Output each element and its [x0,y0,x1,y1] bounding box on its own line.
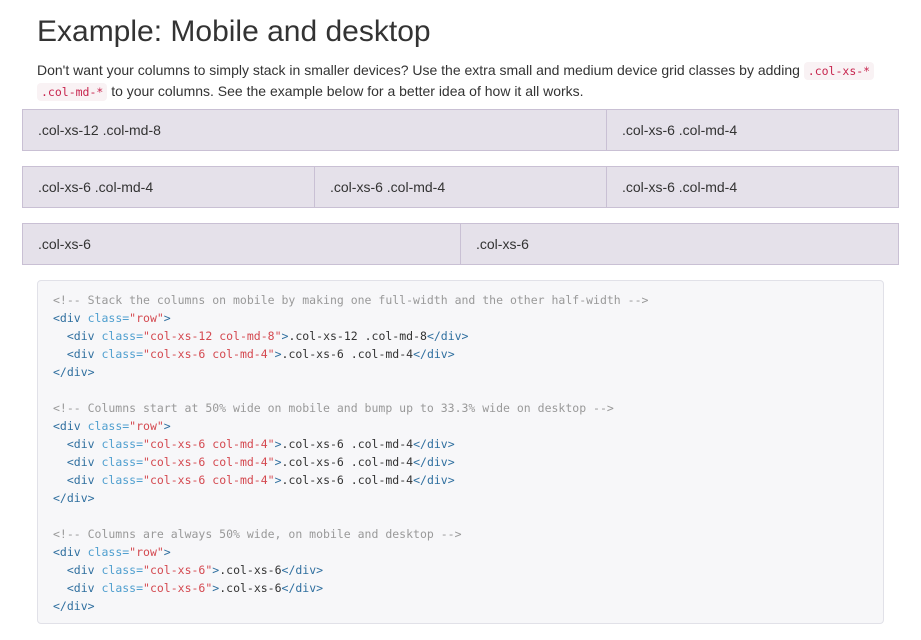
code-attr: class= [94,437,144,451]
code-tag: > [163,311,171,325]
code-tag: </div> [53,365,95,379]
code-attr: class= [94,581,144,595]
code-value: "col-xs-6" [143,563,213,577]
code-tag: <div [66,473,95,487]
grid-row-1: .col-xs-12 .col-md-8 .col-xs-6 .col-md-4 [22,109,899,151]
code-tag: </div> [413,347,455,361]
code-tag: > [163,419,171,433]
code-tag: > [274,455,282,469]
grid-column: .col-xs-6 [22,223,461,265]
intro-text-2: to your columns. See the example below f… [107,83,584,99]
code-text: .col-xs-12 .col-md-8 [288,329,427,343]
code-attr: class= [80,419,130,433]
code-text: .col-xs-6 .col-md-4 [281,473,414,487]
code-tag: <div [53,419,81,433]
code-line: <div class="row"> [53,543,883,561]
grid-column: .col-xs-6 [460,223,899,265]
inline-code-col-xs: .col-xs-* [803,62,875,80]
code-line: <!-- Columns are always 50% wide, on mob… [53,525,883,543]
code-tag: <div [66,437,95,451]
grid-row-2: .col-xs-6 .col-md-4 .col-xs-6 .col-md-4 … [22,166,899,208]
code-tag: <div [53,311,81,325]
code-value: "col-xs-6 col-md-4" [143,437,275,451]
code-text: .col-xs-6 [219,563,282,577]
code-line: <div class="col-xs-12 col-md-8">.col-xs-… [53,327,883,345]
code-line: <div class="row"> [53,417,883,435]
grid-column: .col-xs-6 .col-md-4 [606,109,899,151]
code-tag: <div [66,581,95,595]
code-line: <div class="col-xs-6 col-md-4">.col-xs-6… [53,471,883,489]
code-line: <!-- Stack the columns on mobile by maki… [53,291,883,309]
code-attr: class= [94,473,144,487]
code-tag: </div> [426,329,469,343]
grid-column: .col-xs-12 .col-md-8 [22,109,607,151]
code-line: <div class="col-xs-6 col-md-4">.col-xs-6… [53,435,883,453]
code-value: "col-xs-6" [143,581,213,595]
code-text: .col-xs-6 .col-md-4 [281,347,414,361]
code-line: </div> [53,489,883,507]
code-line: <div class="col-xs-6 col-md-4">.col-xs-6… [53,453,883,471]
inline-code-col-md: .col-md-* [37,83,108,101]
code-attr: class= [94,455,144,469]
code-line: </div> [53,597,883,615]
code-tag: > [274,473,282,487]
grid-column: .col-xs-6 .col-md-4 [22,166,315,208]
code-example: <!-- Stack the columns on mobile by maki… [37,280,884,624]
code-value: "col-xs-12 col-md-8" [143,329,282,343]
code-text: .col-xs-6 .col-md-4 [281,437,414,451]
code-tag: <div [66,329,95,343]
code-tag: > [163,545,171,559]
code-tag: </div> [53,491,95,505]
code-tag: > [274,347,282,361]
code-line: <div class="col-xs-6">.col-xs-6</div> [53,561,883,579]
code-value: "col-xs-6 col-md-4" [143,347,275,361]
code-attr: class= [94,329,144,343]
code-value: "row" [129,419,164,433]
code-line: <div class="col-xs-6 col-md-4">.col-xs-6… [53,345,883,363]
code-attr: class= [80,545,130,559]
code-line: <div class="row"> [53,309,883,327]
code-tag: </div> [53,599,95,613]
intro-text-1: Don't want your columns to simply stack … [37,62,804,78]
code-value: "col-xs-6 col-md-4" [143,455,275,469]
code-text: .col-xs-6 [219,581,282,595]
code-tag: <div [66,455,95,469]
code-line: </div> [53,363,883,381]
code-value: "row" [129,311,164,325]
grid-column: .col-xs-6 .col-md-4 [314,166,607,208]
code-attr: class= [94,347,144,361]
code-value: "col-xs-6 col-md-4" [143,473,275,487]
code-attr: class= [94,563,144,577]
intro-paragraph: Don't want your columns to simply stack … [37,60,887,102]
code-comment: <!-- Columns start at 50% wide on mobile… [53,401,614,415]
code-attr: class= [80,311,130,325]
page-title: Example: Mobile and desktop [37,15,431,48]
code-tag: <div [66,347,95,361]
code-value: "row" [129,545,164,559]
code-tag: > [274,437,282,451]
code-tag: </div> [413,473,455,487]
code-line: <!-- Columns start at 50% wide on mobile… [53,399,883,417]
code-text: .col-xs-6 .col-md-4 [281,455,414,469]
grid-row-3: .col-xs-6 .col-xs-6 [22,223,899,265]
code-comment: <!-- Stack the columns on mobile by maki… [53,293,649,307]
code-tag: </div> [281,563,324,577]
code-tag: <div [53,545,81,559]
code-tag: </div> [413,437,455,451]
code-tag: </div> [413,455,455,469]
code-tag: </div> [281,581,324,595]
code-line: <div class="col-xs-6">.col-xs-6</div> [53,579,883,597]
code-comment: <!-- Columns are always 50% wide, on mob… [53,527,462,541]
code-tag: <div [66,563,95,577]
grid-column: .col-xs-6 .col-md-4 [606,166,899,208]
